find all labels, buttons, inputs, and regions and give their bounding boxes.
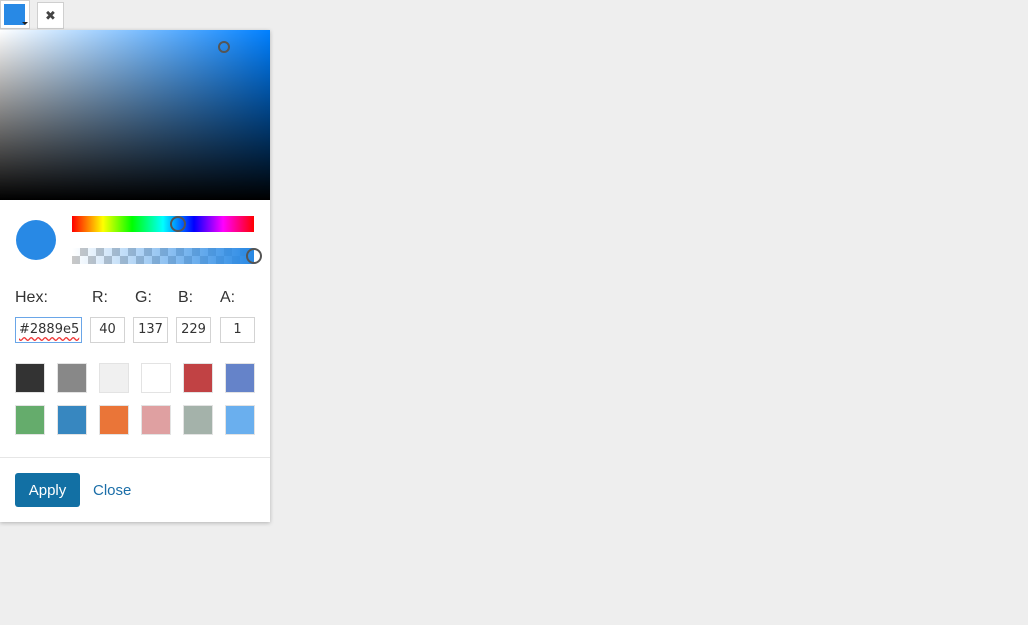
alpha-label: A: (220, 289, 236, 306)
hue-slider-handle[interactable] (169, 216, 186, 232)
color-swatch[interactable] (15, 405, 45, 435)
color-swatch[interactable] (99, 405, 129, 435)
alpha-slider[interactable] (72, 248, 262, 264)
color-swatch[interactable] (15, 363, 45, 393)
hex-input[interactable]: #2889e5 (15, 317, 82, 343)
apply-button[interactable]: Apply (15, 473, 80, 507)
color-swatch[interactable] (183, 405, 213, 435)
hex-label: Hex: (15, 289, 48, 306)
alpha-gradient (72, 248, 254, 264)
saturation-value-area[interactable] (0, 30, 270, 200)
color-swatch[interactable] (225, 405, 255, 435)
red-input[interactable]: 40 (90, 317, 125, 343)
color-swatch[interactable] (183, 363, 213, 393)
color-swatch[interactable] (141, 405, 171, 435)
color-swatch[interactable] (141, 363, 171, 393)
color-picker-trigger[interactable] (0, 0, 30, 29)
clear-color-button[interactable]: ✖ (37, 2, 64, 29)
color-picker-panel: Hex: R: G: B: A: #2889e5 40 137 229 1 Ap… (0, 30, 270, 522)
color-preview (16, 220, 56, 260)
blue-input[interactable]: 229 (176, 317, 211, 343)
hue-slider[interactable] (72, 216, 254, 232)
color-swatch[interactable] (99, 363, 129, 393)
close-link[interactable]: Close (93, 482, 131, 499)
divider (0, 457, 270, 458)
color-swatch[interactable] (57, 405, 87, 435)
blue-label: B: (178, 289, 194, 306)
saturation-value-handle[interactable] (218, 41, 231, 53)
green-input[interactable]: 137 (133, 317, 168, 343)
color-swatch[interactable] (225, 363, 255, 393)
color-swatch[interactable] (57, 363, 87, 393)
red-label: R: (92, 289, 108, 306)
caret-down-icon (22, 22, 28, 25)
close-icon: ✖ (45, 7, 56, 23)
alpha-slider-handle[interactable] (246, 248, 262, 264)
green-label: G: (135, 289, 152, 306)
alpha-input[interactable]: 1 (220, 317, 255, 343)
